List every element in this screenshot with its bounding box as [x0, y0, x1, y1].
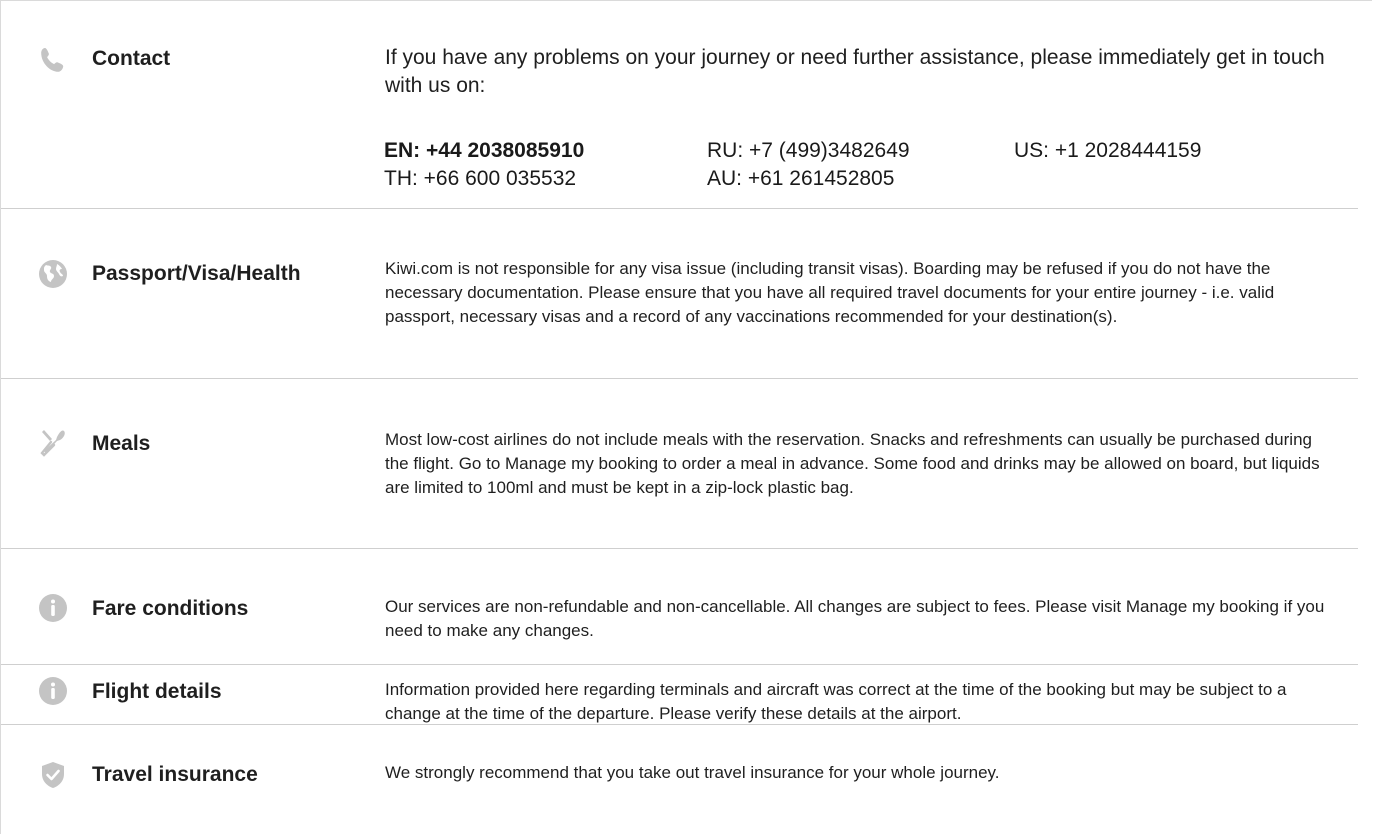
section-title: Contact	[92, 47, 171, 70]
section-text: Our services are non-refundable and non-…	[385, 597, 1325, 640]
section-title: Flight details	[92, 680, 222, 703]
section-text: Most low-cost airlines do not include me…	[385, 430, 1320, 497]
cutlery-icon	[37, 426, 69, 458]
phone-number[interactable]: EN: +44 2038085910	[384, 137, 584, 165]
contact-section: Contact If you have any problems on your…	[1, 0, 1359, 209]
phone-number[interactable]: AU: +61 261452805	[707, 165, 894, 193]
phone-number[interactable]: RU: +7 (499)3482649	[707, 137, 910, 165]
divider	[1, 724, 1358, 725]
divider	[1, 548, 1358, 549]
phone-icon	[37, 44, 69, 76]
section-title: Passport/Visa/Health	[92, 262, 301, 285]
section-title: Travel insurance	[92, 763, 258, 786]
section-text: Information provided here regarding term…	[385, 680, 1287, 723]
divider	[1, 664, 1358, 665]
info-icon	[37, 592, 69, 624]
divider	[1, 208, 1358, 209]
section-text: Kiwi.com is not responsible for any visa…	[385, 259, 1275, 326]
section-text: We strongly recommend that you take out …	[385, 763, 1000, 782]
section-title: Fare conditions	[92, 597, 249, 620]
info-icon	[37, 675, 69, 707]
phone-number[interactable]: TH: +66 600 035532	[384, 165, 576, 193]
globe-icon	[37, 258, 69, 290]
section-text: If you have any problems on your journey…	[385, 46, 1325, 97]
shield-check-icon	[37, 759, 69, 791]
phone-number[interactable]: US: +1 2028444159	[1014, 137, 1201, 165]
divider	[1, 378, 1358, 379]
section-title: Meals	[92, 432, 151, 455]
